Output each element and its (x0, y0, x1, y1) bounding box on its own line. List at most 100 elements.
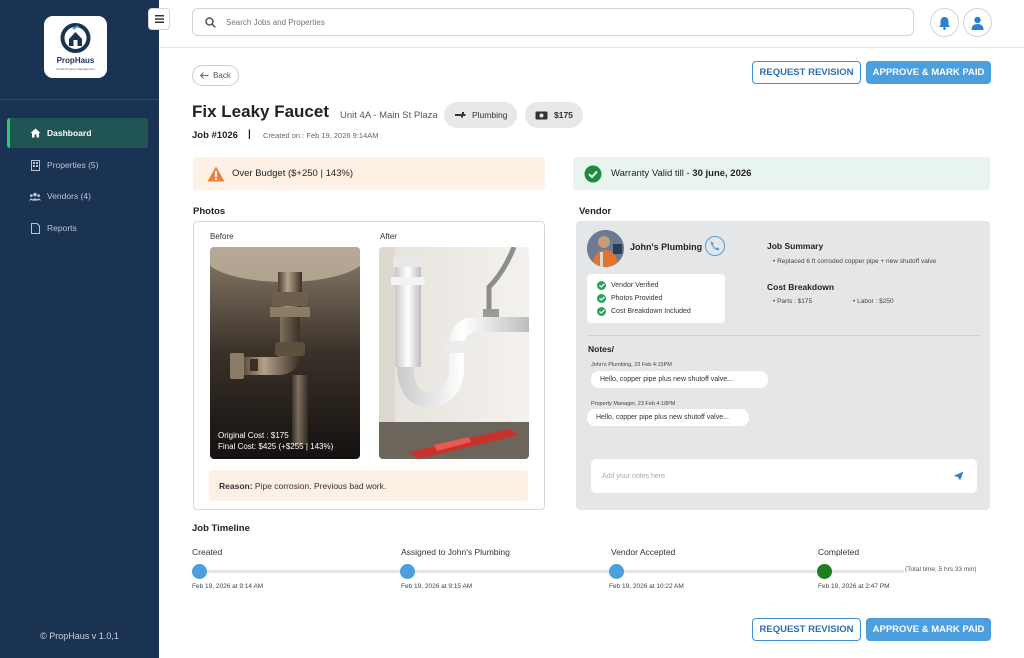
notes-input[interactable]: Add your notes here (591, 459, 977, 493)
approve-mark-paid-button-bottom[interactable]: APPROVE & MARK PAID (866, 618, 991, 641)
arrow-left-icon (200, 72, 209, 79)
search-icon (205, 16, 216, 28)
job-summary-heading: Job Summary (767, 241, 824, 251)
notifications-button[interactable] (930, 8, 959, 37)
money-icon (535, 111, 548, 119)
profile-button[interactable] (963, 8, 992, 37)
reason-box: Reason: Pipe corrosion. Previous bad wor… (209, 470, 528, 501)
sidebar-divider (0, 99, 159, 100)
category-badge: Plumbing (444, 102, 518, 128)
reason-text: Pipe corrosion. Previous bad work. (252, 480, 387, 491)
search-bar[interactable] (192, 8, 914, 36)
check-label: Vendor Verified (611, 282, 659, 289)
sidebar-item-label: Dashboard (47, 128, 92, 138)
timeline-step-label: Vendor Accepted (611, 547, 676, 557)
send-icon[interactable] (953, 471, 964, 481)
note-message: Hello, copper pipe plus new shutoff valv… (587, 409, 749, 426)
after-label: After (380, 232, 397, 241)
over-budget-text: Over Budget ($+250 | 143%) (232, 168, 354, 179)
note-message: Hello, copper pipe plus new shutoff valv… (591, 371, 768, 388)
sidebar-item-label: Reports (47, 223, 77, 233)
job-number: Job #1026 (192, 130, 238, 141)
new-pipe-image (379, 247, 529, 459)
timeline-step-label: Completed (818, 547, 860, 557)
faucet-icon (455, 112, 466, 118)
approve-mark-paid-button[interactable]: APPROVE & MARK PAID (866, 61, 991, 84)
building-icon (29, 159, 41, 171)
topbar-divider (159, 47, 1024, 48)
check-icon (597, 281, 606, 290)
check-label: Photos Provided (611, 295, 663, 302)
brand-name: PropHaus (56, 56, 95, 65)
check-vendor-verified: Vendor Verified (597, 279, 725, 292)
cost-caption: Original Cost : $175 Final Cost: $425 (+… (218, 430, 333, 452)
timeline-dot (192, 564, 207, 579)
app-version: © PropHaus v 1.0,1 (40, 631, 119, 641)
check-icon (597, 307, 606, 316)
request-revision-button-bottom[interactable]: REQUEST REVISION (752, 618, 861, 641)
vendor-heading: Vendor (579, 206, 612, 217)
phone-icon (710, 241, 720, 251)
search-input[interactable] (226, 17, 826, 27)
document-icon (29, 222, 41, 234)
check-circle-icon (584, 165, 602, 182)
before-label: Before (210, 232, 234, 241)
request-revision-button[interactable]: REQUEST REVISION (752, 61, 861, 84)
sidebar-item-dashboard[interactable]: Dashboard (7, 118, 148, 148)
call-vendor-button[interactable] (705, 236, 725, 256)
vendor-name[interactable]: John's Plumbing (630, 242, 702, 252)
timeline-step-date: Feb 19, 2026 at 10:22 AM (609, 583, 684, 590)
category-label: Plumbing (472, 110, 508, 120)
sidebar: PropHaus Smart Property Management Dashb… (0, 0, 159, 658)
timeline-step-date: Feb 19, 2026 at 9:14 AM (192, 583, 264, 590)
vendor-avatar-image (587, 230, 624, 267)
warning-icon (207, 166, 225, 181)
menu-icon (154, 15, 164, 23)
vendor-checks: Vendor Verified Photos Provided Cost Bre… (587, 274, 725, 323)
after-photo[interactable] (379, 247, 529, 459)
back-button[interactable]: Back (192, 65, 239, 86)
sidebar-item-reports[interactable]: Reports (7, 213, 148, 243)
original-cost: Original Cost : $175 (218, 431, 289, 440)
house-logo-icon (60, 23, 91, 53)
sidebar-toggle-button[interactable] (148, 8, 170, 30)
timeline-step-date: Feb 19, 2026 at 9:15 AM (401, 583, 473, 590)
check-photos-provided: Photos Provided (597, 292, 725, 305)
back-label: Back (213, 71, 231, 80)
notes-heading: Notes/ (588, 344, 614, 354)
users-icon (29, 190, 41, 202)
parts-cost: • Parts : $175 (773, 298, 813, 305)
reason-label: Reason: (219, 480, 253, 491)
final-cost: Final Cost: $425 (+$255 | 143%) (218, 442, 334, 451)
timeline-dot-completed (817, 564, 832, 579)
avatar (587, 230, 624, 267)
check-label: Cost Breakdown Included (611, 308, 691, 315)
timeline-heading: Job Timeline (192, 523, 250, 534)
sidebar-item-properties[interactable]: Properties (5) (7, 150, 148, 180)
job-location: Unit 4A - Main St Plaza (340, 110, 438, 121)
bell-icon (939, 16, 950, 30)
timeline-track (199, 570, 904, 573)
job-summary-item: • Replaced 6 ft corroded copper pipe + n… (773, 258, 937, 265)
page-title: Fix Leaky Faucet (192, 102, 330, 121)
created-date: Created on : Feb 19, 2026 9:14AM (263, 131, 379, 140)
before-photo[interactable]: Original Cost : $175 Final Cost: $425 (+… (210, 247, 360, 459)
brand-tagline: Smart Property Management (56, 67, 95, 71)
warranty-date: 30 june, 2026 (692, 168, 752, 179)
notes-placeholder: Add your notes here (602, 472, 666, 480)
total-time: (Total time; 5 hrs 33 min) (905, 566, 977, 573)
amount-badge: $175 (525, 102, 583, 128)
home-icon (29, 127, 41, 139)
labor-cost: • Labor : $250 (853, 298, 894, 305)
brand-logo[interactable]: PropHaus Smart Property Management (44, 16, 107, 78)
check-icon (597, 294, 606, 303)
timeline-dot (609, 564, 624, 579)
timeline-step-label: Created (192, 547, 223, 557)
vendor-divider (587, 335, 980, 336)
sidebar-item-vendors[interactable]: Vendors (4) (7, 181, 148, 211)
amount-label: $175 (554, 110, 573, 120)
timeline-step-date: Feb 19, 2026 at 2:47 PM (818, 583, 890, 590)
sidebar-item-label: Properties (5) (47, 160, 99, 170)
over-budget-alert: Over Budget ($+250 | 143%) (193, 157, 545, 190)
warranty-text: Warranty Valid till - 30 june, 2026 (611, 168, 752, 179)
